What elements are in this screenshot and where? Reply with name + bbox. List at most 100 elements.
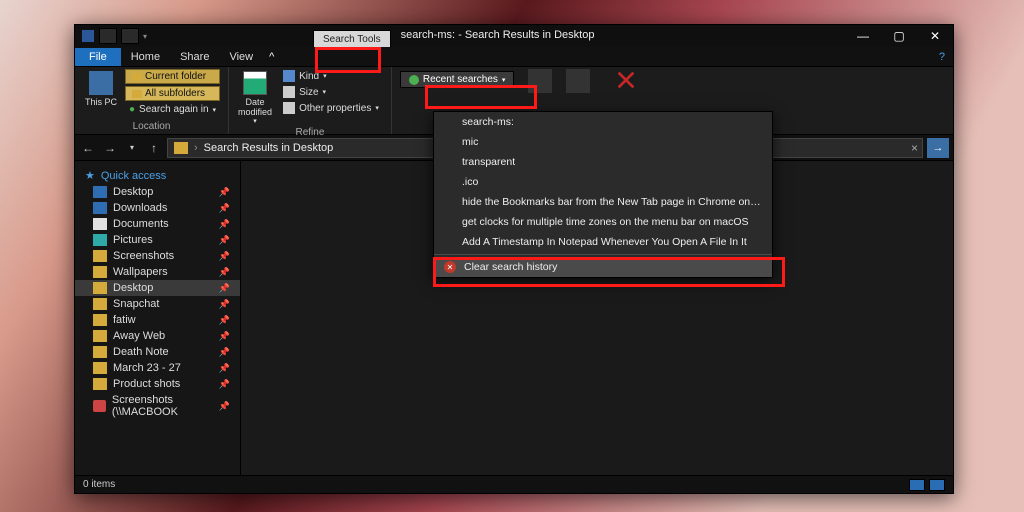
search-tools-tab[interactable]: Search Tools <box>313 30 391 47</box>
clear-search-history-item[interactable]: ✕ Clear search history <box>434 257 772 277</box>
details-view-button[interactable] <box>909 479 925 491</box>
sidebar-item[interactable]: Death Note 📌 <box>75 344 240 360</box>
folder-icon <box>93 186 107 198</box>
sidebar-item[interactable]: Pictures📌 <box>75 232 240 248</box>
this-pc-label: This PC <box>85 97 117 107</box>
view-tab[interactable]: View <box>219 48 263 66</box>
pin-icon: 📌 <box>219 363 230 374</box>
large-icons-view-button[interactable] <box>929 479 945 491</box>
date-modified-button[interactable]: Date modified▾ <box>237 69 273 125</box>
up-button[interactable]: ↑ <box>145 141 163 155</box>
recent-search-item[interactable]: search-ms: <box>434 112 772 132</box>
clear-history-icon: ✕ <box>444 261 456 273</box>
recent-search-item[interactable]: transparent <box>434 152 772 172</box>
quick-access-toolbar: ▾ <box>75 25 153 47</box>
search-again-in-button[interactable]: ●Search again in ▾ <box>125 103 220 116</box>
advanced-options-button[interactable] <box>528 69 552 93</box>
menu-separator <box>434 254 772 255</box>
sidebar-item[interactable]: Desktop📌 <box>75 184 240 200</box>
pin-icon: 📌 <box>219 347 230 358</box>
recent-search-item[interactable]: get clocks for multiple time zones on th… <box>434 212 772 232</box>
file-menu[interactable]: File <box>75 48 121 66</box>
current-folder-button[interactable]: Current folder <box>125 69 220 84</box>
pin-icon: 📌 <box>219 203 230 214</box>
recent-locations-button[interactable]: ▾ <box>123 143 141 152</box>
folder-icon <box>93 400 106 412</box>
all-subfolders-button[interactable]: All subfolders <box>125 86 220 101</box>
qat-dropdown-icon[interactable]: ▾ <box>143 32 147 41</box>
sidebar-item[interactable]: Desktop📌 <box>75 280 240 296</box>
sidebar-item[interactable]: Downloads 📌 <box>75 200 240 216</box>
qat-button[interactable] <box>121 28 139 44</box>
folder-icon <box>174 142 188 154</box>
folder-icon <box>93 234 107 246</box>
sidebar-item-label: Death Note <box>113 346 169 358</box>
close-button[interactable]: ✕ <box>917 25 953 47</box>
sidebar-item[interactable]: Away Web📌 <box>75 328 240 344</box>
pin-icon: 📌 <box>219 283 230 294</box>
recent-searches-dropdown: search-ms:mictransparent.icohide the Boo… <box>433 111 773 278</box>
sidebar-item[interactable]: March 23 - 27 📌 <box>75 360 240 376</box>
menu-tabs: File Home Share View ^ ? <box>75 47 953 67</box>
sidebar-item-label: Screenshots <box>113 250 174 262</box>
breadcrumb[interactable]: Search Results in Desktop <box>204 142 334 154</box>
other-properties-button[interactable]: Other properties ▾ <box>279 101 383 115</box>
folder-icon <box>93 314 107 326</box>
qat-button[interactable] <box>99 28 117 44</box>
sidebar-item[interactable]: Screenshots 📌 <box>75 248 240 264</box>
share-tab[interactable]: Share <box>170 48 219 66</box>
recent-search-item[interactable]: mic <box>434 132 772 152</box>
ribbon-group-label: Location <box>83 119 220 132</box>
minimize-button[interactable]: — <box>845 25 881 47</box>
sidebar-item-label: Snapchat <box>113 298 159 310</box>
quick-access-root[interactable]: ★ Quick access <box>75 167 240 184</box>
this-pc-button[interactable]: This PC <box>83 69 119 107</box>
date-modified-label: Date modified <box>237 97 273 117</box>
star-icon: ★ <box>85 169 95 182</box>
recent-search-item[interactable]: Add A Timestamp In Notepad Whenever You … <box>434 232 772 252</box>
recent-searches-button[interactable]: Recent searches ▾ <box>400 71 515 88</box>
sidebar-item-label: Wallpapers <box>113 266 168 278</box>
pin-icon: 📌 <box>219 299 230 310</box>
sidebar-item-label: fatiw <box>113 314 136 326</box>
folder-icon <box>93 362 107 374</box>
kind-button[interactable]: Kind ▾ <box>279 69 383 83</box>
ribbon-group-location: This PC Current folder All subfolders ●S… <box>75 67 229 134</box>
recent-search-item[interactable]: hide the Bookmarks bar from the New Tab … <box>434 192 772 212</box>
sidebar-item-label: Downloads <box>113 202 167 214</box>
folder-icon <box>93 378 107 390</box>
ribbon-group-label: Refine <box>237 125 383 138</box>
close-search-button[interactable] <box>604 69 648 91</box>
navigation-pane: ★ Quick access Desktop📌 Downloads 📌 Documen… <box>75 161 241 475</box>
size-button[interactable]: Size ▾ <box>279 85 383 99</box>
save-search-button[interactable] <box>566 69 590 93</box>
clear-search-icon[interactable]: × <box>911 141 918 155</box>
sidebar-item-label: Product shots <box>113 378 180 390</box>
sidebar-item[interactable]: Product shots📌 <box>75 376 240 392</box>
back-button[interactable]: ← <box>79 141 97 155</box>
pin-icon: 📌 <box>219 187 230 198</box>
item-count: 0 items <box>83 479 115 490</box>
sidebar-item-label: March 23 - 27 <box>113 362 181 374</box>
forward-button[interactable]: → <box>101 141 119 155</box>
pin-icon: 📌 <box>219 251 230 262</box>
search-go-button[interactable]: → <box>927 138 949 158</box>
sidebar-item[interactable]: Snapchat 📌 <box>75 296 240 312</box>
recent-search-item[interactable]: .ico <box>434 172 772 192</box>
help-icon[interactable]: ? <box>931 51 953 63</box>
sidebar-item[interactable]: fatiw📌 <box>75 312 240 328</box>
ribbon-collapse-icon[interactable]: ^ <box>263 51 280 63</box>
sidebar-item[interactable]: Screenshots (\\MACBOOK📌 <box>75 392 240 420</box>
folder-icon <box>93 330 107 342</box>
folder-icon <box>93 202 107 214</box>
sidebar-item[interactable]: Wallpapers 📌 <box>75 264 240 280</box>
titlebar: ▾ Search Tools search-ms: - Search Resul… <box>75 25 953 47</box>
ribbon-group-refine: Date modified▾ Kind ▾ Size ▾ Other prope… <box>229 67 392 134</box>
maximize-button[interactable]: ▢ <box>881 25 917 47</box>
sidebar-item[interactable]: Documents📌 <box>75 216 240 232</box>
sidebar-item-label: Away Web <box>113 330 165 342</box>
home-tab[interactable]: Home <box>121 48 170 66</box>
folder-icon <box>93 266 107 278</box>
pin-icon: 📌 <box>219 267 230 278</box>
folder-icon <box>93 282 107 294</box>
